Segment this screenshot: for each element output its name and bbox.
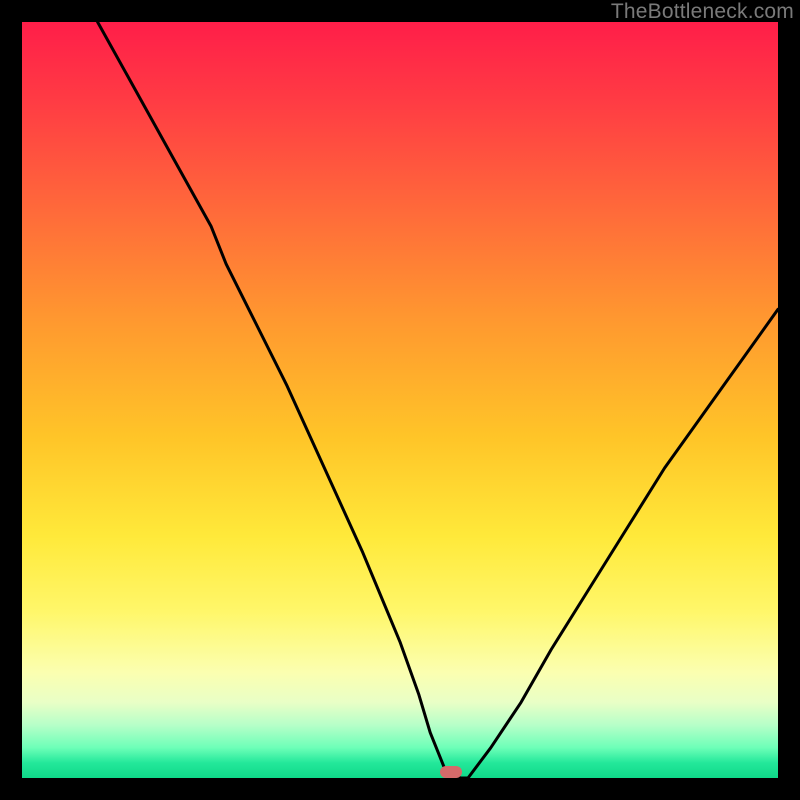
bottleneck-curve — [22, 22, 778, 778]
plot-area — [22, 22, 778, 778]
watermark-text: TheBottleneck.com — [611, 0, 794, 24]
chart-frame: TheBottleneck.com — [0, 0, 800, 800]
optimal-marker — [440, 766, 462, 778]
